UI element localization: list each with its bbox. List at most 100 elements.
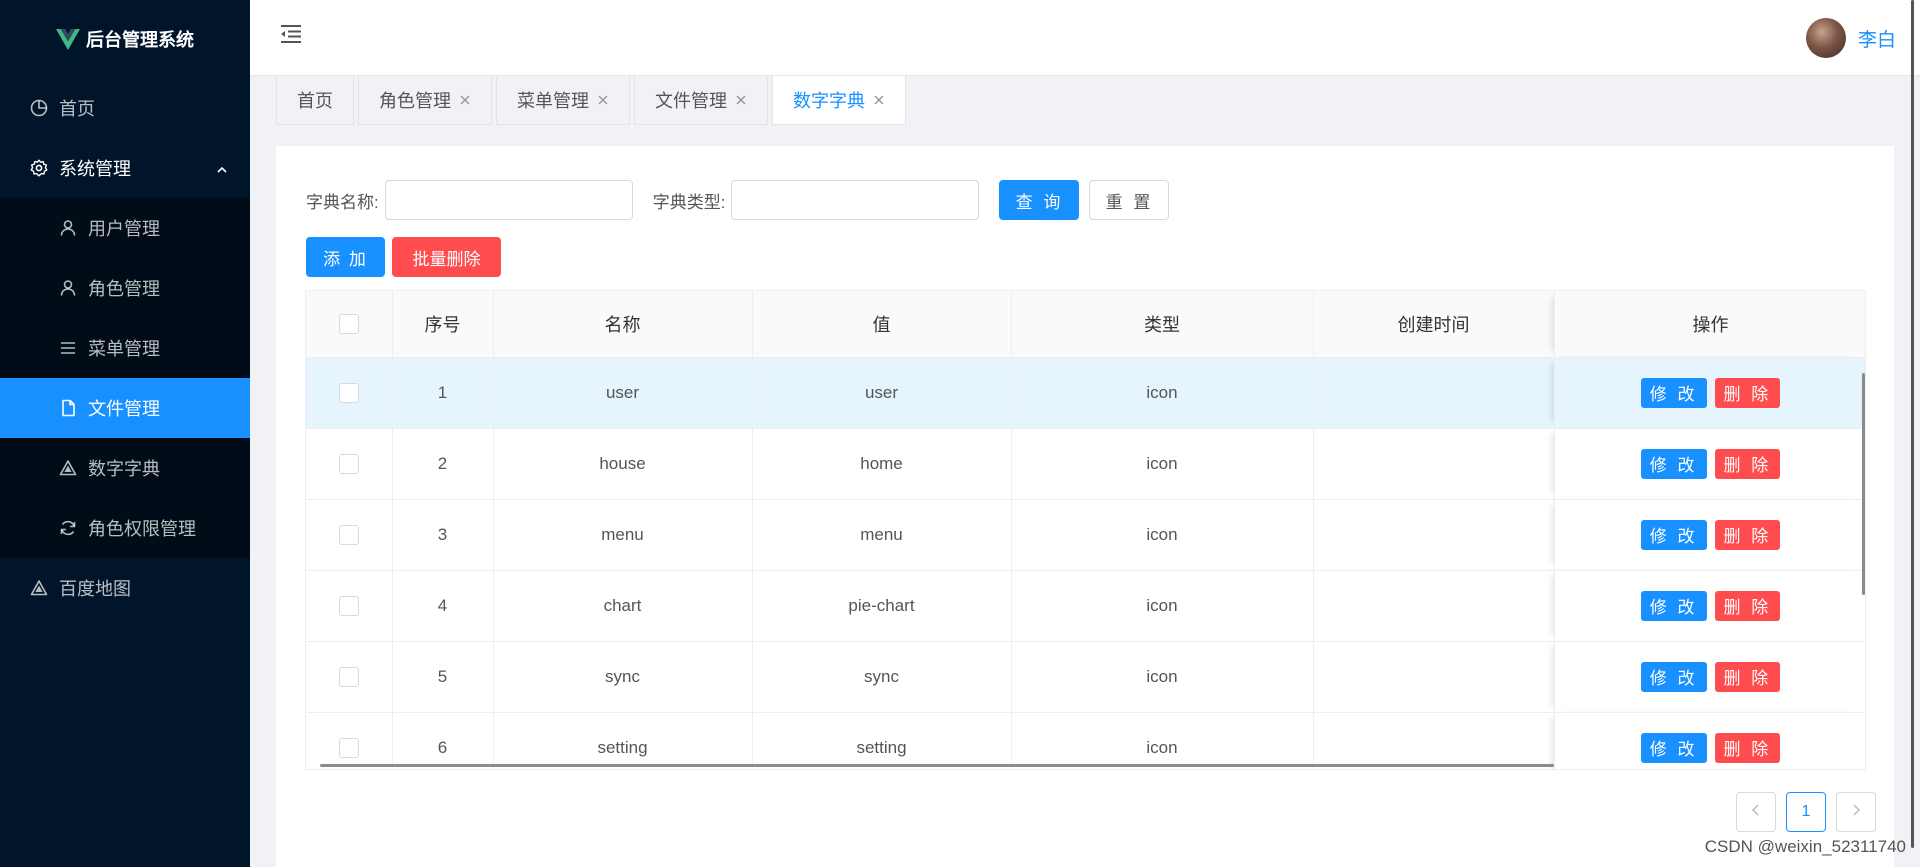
edit-button[interactable]: 修 改 — [1640, 377, 1707, 408]
cell-actions: 修 改删 除 — [1554, 570, 1865, 642]
cell-value: home — [752, 428, 1012, 500]
row-checkbox[interactable] — [338, 737, 359, 758]
close-icon[interactable] — [735, 94, 747, 106]
user-name[interactable]: 李白 — [1858, 25, 1896, 52]
close-icon[interactable] — [597, 94, 609, 106]
table-row[interactable]: 5 sync sync icon 修 改删 除 — [306, 641, 1865, 713]
cell-created — [1313, 499, 1555, 571]
cell-name: menu — [493, 499, 753, 571]
row-select-cell — [306, 499, 393, 571]
triangle-icon — [58, 458, 78, 478]
table-vertical-scrollbar[interactable] — [1862, 373, 1865, 595]
row-checkbox[interactable] — [338, 666, 359, 687]
edit-button[interactable]: 修 改 — [1640, 661, 1707, 692]
delete-button[interactable]: 删 除 — [1714, 377, 1781, 408]
column-header: 操作 — [1554, 291, 1865, 358]
edit-button[interactable]: 修 改 — [1640, 590, 1707, 621]
row-checkbox[interactable] — [338, 453, 359, 474]
tab-roles[interactable]: 角色管理 — [358, 76, 492, 125]
column-header: 序号 — [392, 291, 494, 358]
cell-actions: 修 改删 除 — [1554, 641, 1865, 713]
page-number[interactable]: 1 — [1786, 792, 1826, 832]
cell-id: 1 — [392, 357, 494, 429]
user-icon — [58, 278, 78, 298]
delete-button[interactable]: 删 除 — [1714, 519, 1781, 550]
tab-label: 文件管理 — [655, 91, 727, 111]
tab-dictionary[interactable]: 数字字典 — [772, 76, 906, 125]
cell-type: icon — [1011, 570, 1314, 642]
select-all-checkbox[interactable] — [338, 314, 359, 335]
cell-created — [1313, 570, 1555, 642]
sidebar-item-baidu-map[interactable]: 百度地图 — [0, 558, 250, 618]
cell-value: user — [752, 357, 1012, 429]
tab-menus[interactable]: 菜单管理 — [496, 76, 630, 125]
sidebar-item-users[interactable]: 用户管理 — [0, 198, 250, 258]
app-title: 后台管理系统 — [86, 30, 194, 50]
delete-button[interactable]: 删 除 — [1714, 448, 1781, 479]
table-row[interactable]: 4 chart pie-chart icon 修 改删 除 — [306, 570, 1865, 642]
cell-type: icon — [1011, 641, 1314, 713]
table-horizontal-scrollbar[interactable] — [320, 764, 1554, 767]
dict-type-label: 字典类型: — [652, 192, 726, 212]
table-row[interactable]: 6 setting setting icon 修 改删 除 — [306, 712, 1865, 769]
cell-name: house — [493, 428, 753, 500]
sidebar-item-files[interactable]: 文件管理 — [0, 378, 250, 438]
chevron-left-icon — [1751, 803, 1761, 821]
add-button[interactable]: 添 加 — [306, 237, 385, 277]
edit-button[interactable]: 修 改 — [1640, 519, 1707, 550]
cell-name: chart — [493, 570, 753, 642]
query-button[interactable]: 查 询 — [999, 180, 1080, 220]
edit-button[interactable]: 修 改 — [1640, 448, 1707, 479]
dict-name-input[interactable] — [384, 180, 633, 220]
table-row[interactable]: 1 user user icon 修 改删 除 — [306, 357, 1865, 429]
prev-page-button[interactable] — [1736, 792, 1776, 832]
delete-button[interactable]: 删 除 — [1714, 661, 1781, 692]
watermark: CSDN @weixin_52311740 — [1704, 837, 1906, 856]
tab-home[interactable]: 首页 — [276, 76, 354, 125]
tab-label: 数字字典 — [793, 91, 865, 111]
row-checkbox[interactable] — [338, 382, 359, 403]
dict-type-input[interactable] — [731, 180, 980, 220]
chevron-up-icon — [216, 160, 228, 181]
tab-label: 菜单管理 — [517, 91, 589, 111]
close-icon[interactable] — [459, 94, 471, 106]
cell-id: 6 — [392, 712, 494, 769]
tags-view: 首页 角色管理 菜单管理 文件管理 数字字典 — [276, 76, 910, 125]
dict-name-label: 字典名称: — [306, 192, 379, 212]
batch-delete-button[interactable]: 批量删除 — [392, 237, 501, 277]
table-row[interactable]: 3 menu menu icon 修 改删 除 — [306, 499, 1865, 571]
cell-id: 5 — [392, 641, 494, 713]
row-select-cell — [306, 428, 393, 500]
sidebar-item-label: 数字字典 — [88, 459, 160, 479]
menu-fold-icon[interactable] — [278, 22, 304, 51]
table-row[interactable]: 2 house home icon 修 改删 除 — [306, 428, 1865, 500]
sidebar-item-dictionary[interactable]: 数字字典 — [0, 438, 250, 498]
reset-button[interactable]: 重 置 — [1089, 180, 1170, 220]
sidebar-item-role-permissions[interactable]: 角色权限管理 — [0, 498, 250, 558]
page-vertical-scrollbar[interactable] — [1911, 0, 1914, 848]
dict-table: 序号 名称 值 类型 创建时间 操作 1 user user icon 修 改 … — [305, 290, 1866, 770]
pie-chart-icon — [29, 98, 49, 118]
cell-id: 3 — [392, 499, 494, 571]
pagination: 1 — [1726, 792, 1876, 832]
close-icon[interactable] — [873, 94, 885, 106]
delete-button[interactable]: 删 除 — [1714, 732, 1781, 763]
user-menu[interactable]: 李白 — [1805, 18, 1896, 58]
content-card: 字典名称: 字典类型: 查 询 重 置 添 加 批量删除 序号 名称 值 类型 … — [276, 146, 1894, 867]
sidebar-item-home[interactable]: 首页 — [0, 78, 250, 138]
row-select-cell — [306, 641, 393, 713]
cell-type: icon — [1011, 357, 1314, 429]
tab-files[interactable]: 文件管理 — [634, 76, 768, 125]
next-page-button[interactable] — [1836, 792, 1876, 832]
row-select-cell — [306, 357, 393, 429]
row-checkbox[interactable] — [338, 524, 359, 545]
delete-button[interactable]: 删 除 — [1714, 590, 1781, 621]
sidebar-item-roles[interactable]: 角色管理 — [0, 258, 250, 318]
row-checkbox[interactable] — [338, 595, 359, 616]
edit-button[interactable]: 修 改 — [1640, 732, 1707, 763]
sidebar-item-system[interactable]: 系统管理 — [0, 138, 250, 198]
cell-type: icon — [1011, 499, 1314, 571]
sidebar-item-menus[interactable]: 菜单管理 — [0, 318, 250, 378]
avatar[interactable] — [1805, 18, 1846, 58]
menu-list-icon — [58, 338, 78, 358]
